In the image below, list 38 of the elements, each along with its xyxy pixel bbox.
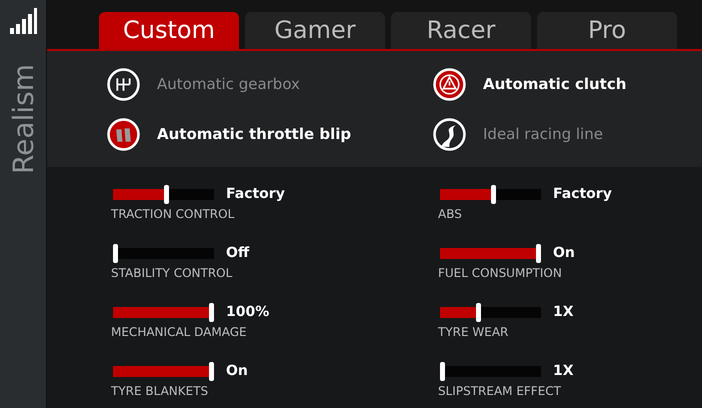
- pedals-icon[interactable]: [107, 118, 140, 150]
- slider-value: 1X: [553, 363, 574, 379]
- slider-value: 100%: [226, 304, 270, 320]
- slider-thumb[interactable]: [113, 244, 118, 262]
- assist-label: Automatic throttle blip: [157, 125, 352, 143]
- slider-value: Off: [226, 245, 250, 261]
- setting-label: STABILITY CONTROL: [111, 266, 234, 280]
- slider-thumb[interactable]: [209, 362, 214, 380]
- slider-thumb[interactable]: [536, 244, 541, 262]
- slider-thumb[interactable]: [490, 184, 496, 204]
- setting-label: ABS: [438, 207, 463, 221]
- setting-label: TYRE BLANKETS: [111, 384, 210, 398]
- slider-value: Factory: [226, 186, 285, 202]
- slider-thumb[interactable]: [209, 302, 214, 322]
- tab[interactable]: Racer: [391, 12, 531, 49]
- assist-label: Automatic clutch: [483, 75, 626, 93]
- slider-value: On: [226, 363, 248, 379]
- slider-thumb[interactable]: [440, 362, 445, 380]
- slider-value: On: [553, 245, 575, 261]
- slider-thumb[interactable]: [476, 302, 481, 322]
- sidebar-title: Realism: [6, 64, 40, 174]
- slider-value: Factory: [553, 186, 612, 202]
- tab[interactable]: Custom: [99, 12, 239, 49]
- setting-label: TYRE WEAR: [438, 325, 510, 339]
- assist-label: Ideal racing line: [483, 125, 603, 143]
- setting-label: TRACTION CONTROL: [111, 207, 236, 221]
- tab[interactable]: Pro: [537, 12, 677, 49]
- warning-icon[interactable]: [433, 68, 466, 100]
- setting-label: SLIPSTREAM EFFECT: [438, 384, 562, 398]
- signal-bars-icon: [9, 8, 37, 34]
- slider-value: 1X: [553, 304, 574, 320]
- assist-label: Automatic gearbox: [157, 75, 300, 93]
- setting-label: FUEL CONSUMPTION: [438, 266, 563, 280]
- road-icon[interactable]: [433, 118, 466, 150]
- slider-thumb[interactable]: [164, 184, 169, 204]
- setting-label: MECHANICAL DAMAGE: [111, 325, 248, 339]
- tab[interactable]: Gamer: [245, 12, 385, 49]
- gear-shift-icon[interactable]: [107, 68, 140, 100]
